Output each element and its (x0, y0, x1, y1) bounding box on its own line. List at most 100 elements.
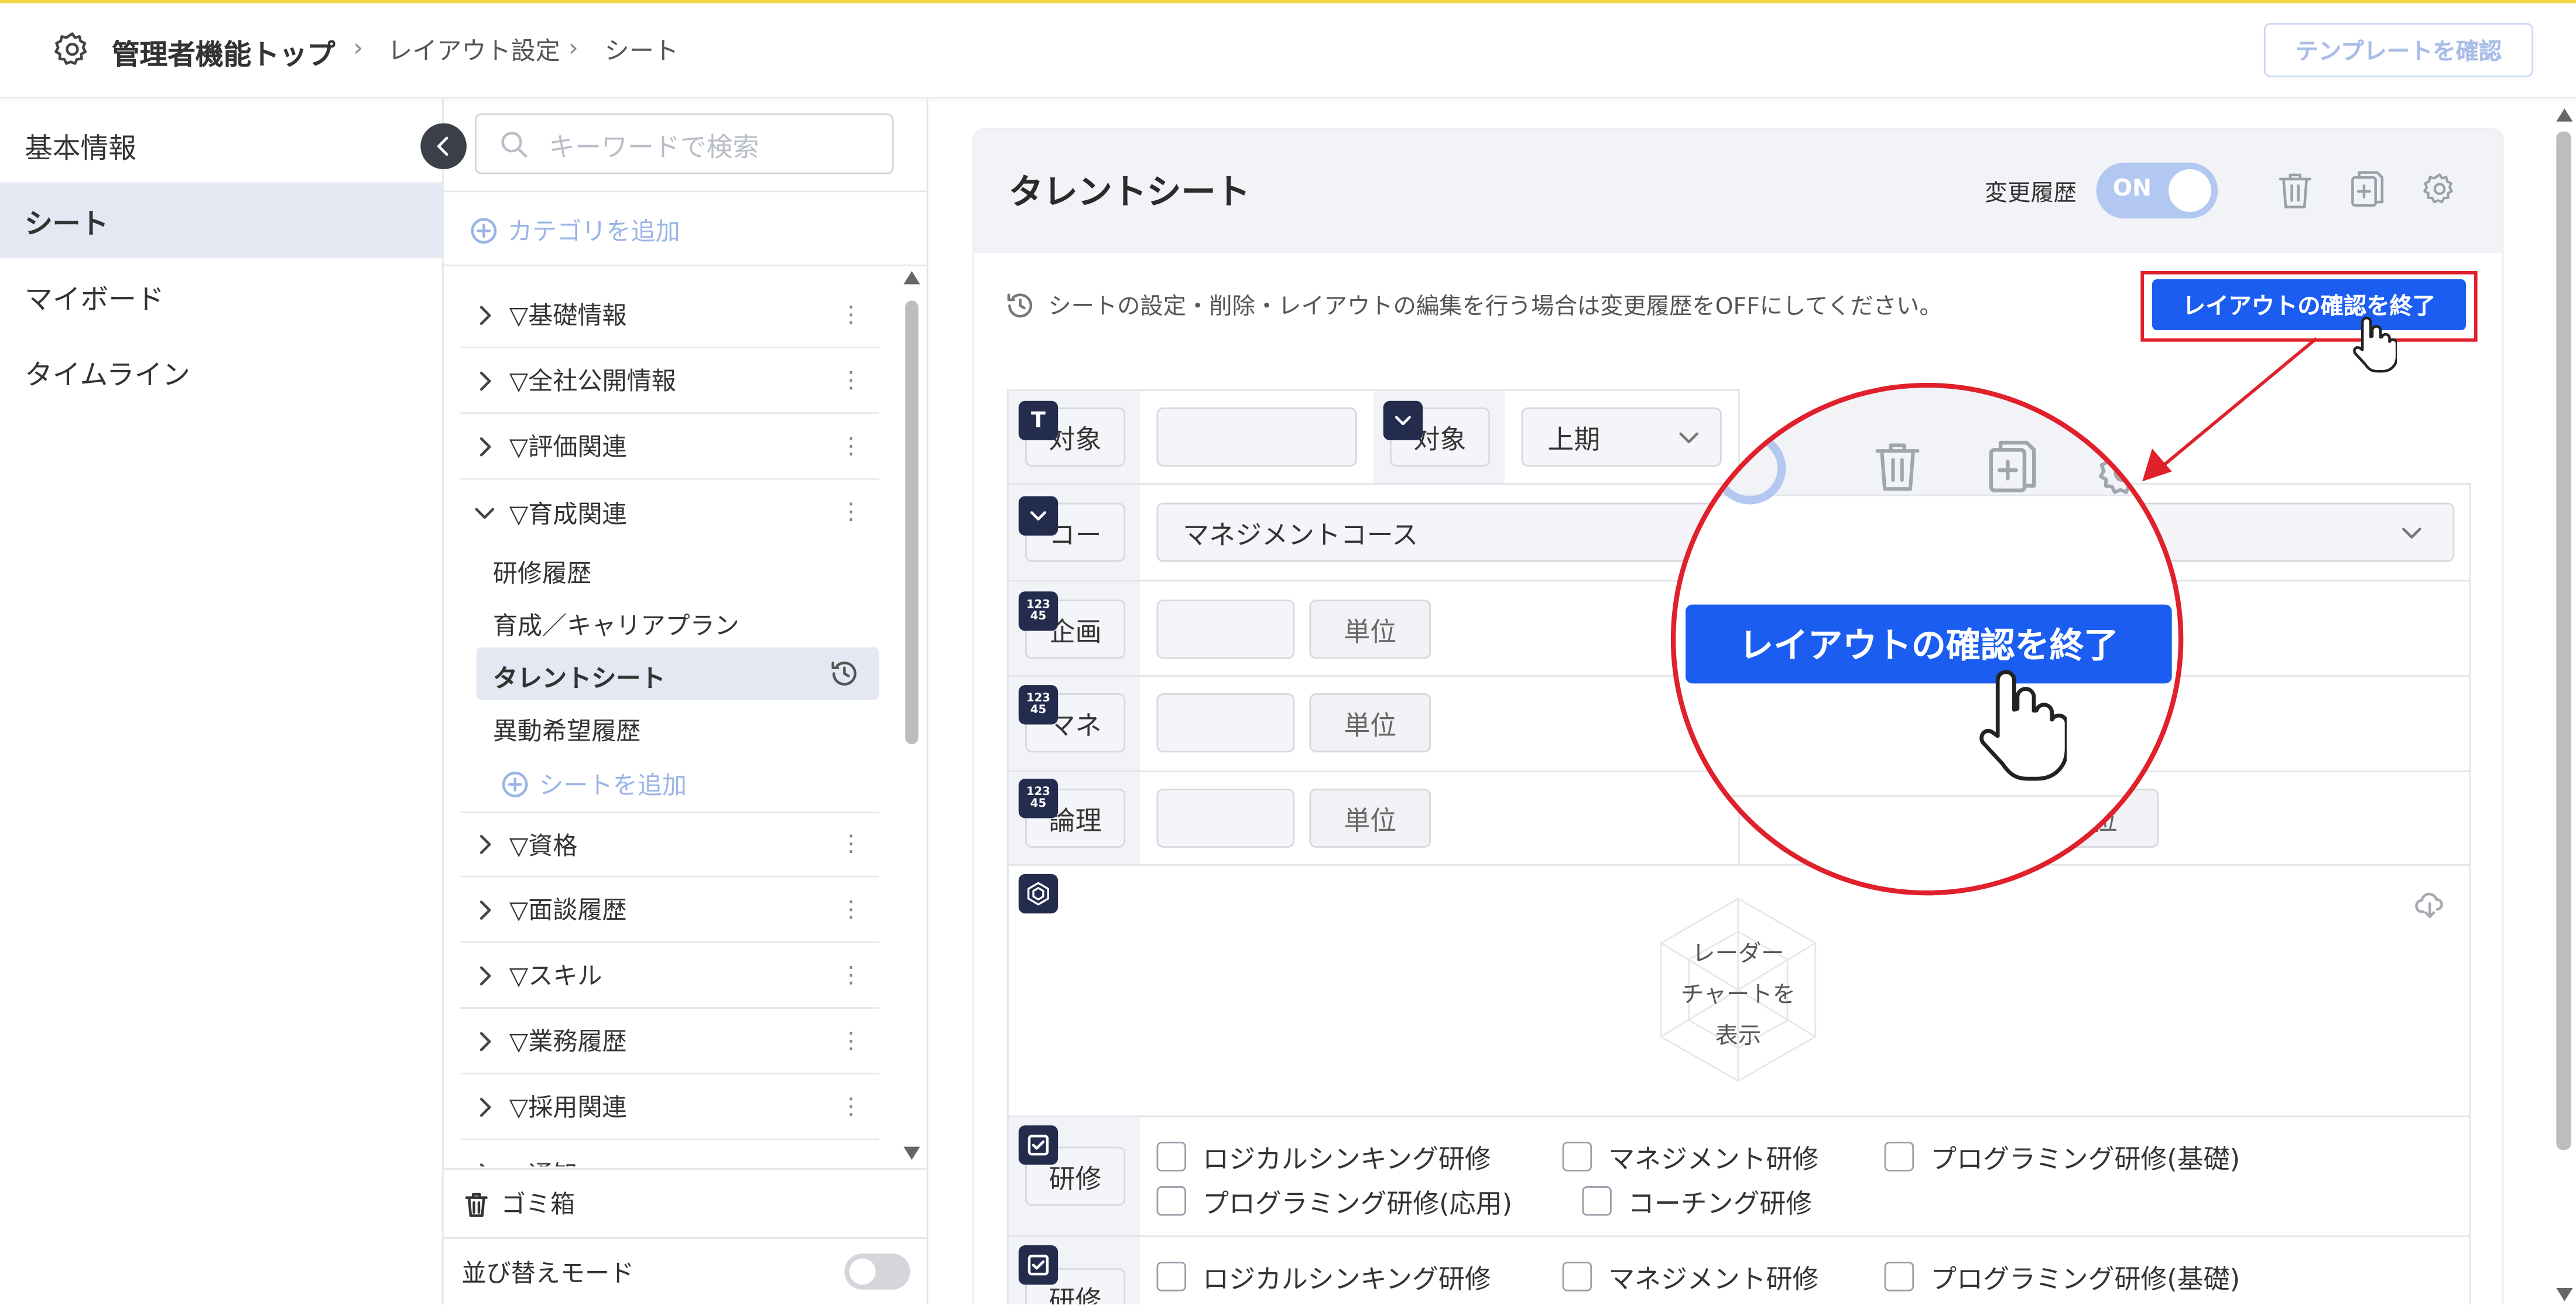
sheet-item[interactable]: 異動希望履歴 (493, 713, 641, 748)
search-icon (501, 131, 527, 157)
category-scrollbar[interactable] (903, 271, 920, 1163)
management-input[interactable] (1156, 693, 1295, 753)
more-vertical-icon[interactable]: ⋮ (840, 833, 862, 856)
checkbox-label: ロジカルシンキング研修 (1203, 1263, 1491, 1295)
breadcrumb-separator: › (353, 33, 364, 63)
category-row[interactable]: ▽面談履歴 ⋮ (460, 877, 879, 943)
grid-line (1007, 1235, 2471, 1238)
category-row[interactable]: ▽基礎情報 ⋮ (460, 283, 879, 348)
nav-item-sheet[interactable]: シート (0, 182, 442, 258)
breadcrumb-admin-top[interactable]: 管理者機能トップ (112, 31, 335, 72)
more-vertical-icon[interactable]: ⋮ (840, 369, 862, 392)
scroll-down-arrow[interactable] (2556, 1287, 2573, 1301)
checkbox[interactable] (1582, 1186, 1612, 1216)
checkbox[interactable] (1156, 1186, 1187, 1216)
category-row[interactable]: ▽業務履歴 ⋮ (460, 1009, 879, 1075)
cloud-download-icon[interactable] (2415, 890, 2445, 920)
grid-line (2469, 482, 2471, 1305)
category-row[interactable]: ▽資格 ⋮ (460, 811, 879, 878)
add-sheet-button[interactable]: シートを追加 (501, 767, 687, 802)
more-vertical-icon[interactable]: ⋮ (840, 501, 862, 524)
checkbox[interactable] (1562, 1262, 1592, 1292)
end-layout-check-button[interactable]: レイアウトの確認を終了 (2152, 279, 2466, 331)
history-toggle[interactable]: ON (2096, 162, 2218, 219)
unit-label: 単位 (1309, 693, 1431, 753)
grid-line (1007, 864, 2471, 866)
category-row[interactable]: ▽全社公開情報 ⋮ (460, 348, 879, 415)
chevron-down-icon (1030, 511, 1046, 520)
copy-icon (1986, 437, 2039, 496)
scroll-down-arrow[interactable] (903, 1146, 920, 1160)
scroll-up-arrow[interactable] (2556, 108, 2573, 122)
copy-icon[interactable] (2349, 169, 2386, 208)
select-type-badge (1018, 496, 1059, 536)
more-vertical-icon[interactable]: ⋮ (840, 1095, 862, 1118)
plus-circle-icon (471, 218, 497, 244)
chevron-down-icon[interactable] (460, 503, 509, 523)
checkbox-programming-basic[interactable]: プログラミング研修(基礎) (1884, 1257, 2240, 1296)
sheet-item-active[interactable]: タレントシート (493, 660, 666, 695)
nav-item-myboard[interactable]: マイボード (0, 258, 442, 334)
more-vertical-icon[interactable]: ⋮ (840, 1029, 862, 1052)
checkbox-logical-thinking[interactable]: ロジカルシンキング研修 (1156, 1137, 1491, 1176)
category-row-clipped[interactable]: ▽通知 (460, 1140, 879, 1167)
chevron-right-icon[interactable] (460, 835, 509, 855)
search-input[interactable]: キーワードで検索 (474, 113, 894, 174)
sort-mode-toggle[interactable] (844, 1253, 910, 1290)
nav-item-basic-info[interactable]: 基本情報 (0, 107, 442, 182)
scroll-thumb[interactable] (2556, 131, 2571, 1150)
scroll-thumb[interactable] (905, 300, 919, 745)
add-category-button[interactable]: カテゴリを追加 (470, 214, 680, 248)
checkbox[interactable] (1156, 1142, 1187, 1172)
category-row[interactable]: ▽採用関連 ⋮ (460, 1074, 879, 1140)
checkbox[interactable] (1884, 1262, 1914, 1292)
scroll-up-arrow[interactable] (903, 271, 920, 285)
chevron-right-icon[interactable] (460, 436, 509, 456)
chevron-right-icon[interactable] (460, 1097, 509, 1116)
target-input[interactable] (1156, 407, 1357, 467)
chevron-right-icon[interactable] (460, 899, 509, 919)
category-label: ▽評価関連 (509, 432, 627, 462)
chevron-right-icon[interactable] (460, 371, 509, 391)
checkbox[interactable] (1884, 1142, 1914, 1172)
history-icon[interactable] (830, 659, 859, 689)
chevron-right-icon[interactable] (460, 1031, 509, 1051)
page-scrollbar[interactable] (2551, 102, 2576, 1304)
category-row[interactable]: ▽スキル ⋮ (460, 943, 879, 1009)
sheet-item[interactable]: 研修履歴 (493, 555, 591, 590)
radar-icon (1027, 882, 1049, 906)
panel-divider (443, 190, 927, 193)
collapse-panel-button[interactable] (420, 123, 467, 170)
trash-row[interactable]: ゴミ箱 (443, 1168, 927, 1238)
checkbox-coaching[interactable]: コーチング研修 (1582, 1181, 1812, 1221)
more-vertical-icon[interactable]: ⋮ (840, 964, 862, 987)
breadcrumb-layout-settings[interactable]: レイアウト設定 (388, 33, 560, 67)
checkbox[interactable] (1156, 1262, 1187, 1292)
zoom-end-layout-button: レイアウトの確認を終了 (1686, 604, 2172, 684)
more-vertical-icon[interactable]: ⋮ (840, 434, 862, 457)
nav-item-timeline[interactable]: タイムライン (0, 334, 442, 409)
logical-input[interactable] (1156, 788, 1295, 848)
checkbox-management[interactable]: マネジメント研修 (1562, 1137, 1818, 1176)
chevron-right-icon[interactable] (460, 965, 509, 985)
checkbox-programming-advanced[interactable]: プログラミング研修(応用) (1156, 1181, 1512, 1221)
chevron-right-icon[interactable] (460, 305, 509, 325)
checkbox-management[interactable]: マネジメント研修 (1562, 1257, 1818, 1296)
template-confirm-button[interactable]: テンプレートを確認 (2263, 23, 2534, 77)
more-vertical-icon[interactable]: ⋮ (840, 898, 862, 921)
unit-label: 単位 (1309, 600, 1431, 659)
trash-icon[interactable] (2277, 171, 2313, 210)
category-row[interactable]: ▽評価関連 ⋮ (460, 414, 879, 480)
sheet-item[interactable]: 育成／キャリアプラン (493, 608, 739, 642)
checkbox-programming-basic[interactable]: プログラミング研修(基礎) (1884, 1137, 2240, 1176)
checkbox[interactable] (1562, 1142, 1592, 1172)
more-vertical-icon[interactable]: ⋮ (840, 303, 862, 326)
settings-icon[interactable] (2421, 171, 2458, 207)
header-bar (0, 3, 2576, 99)
category-row-expanded[interactable]: ▽育成関連 ⋮ (460, 479, 879, 545)
chevron-left-icon (437, 136, 448, 156)
number-type-badge: 123 45 (1018, 685, 1059, 725)
number-type-badge: 123 45 (1018, 591, 1059, 631)
planning-input[interactable] (1156, 600, 1295, 659)
checkbox-logical-thinking[interactable]: ロジカルシンキング研修 (1156, 1257, 1491, 1296)
